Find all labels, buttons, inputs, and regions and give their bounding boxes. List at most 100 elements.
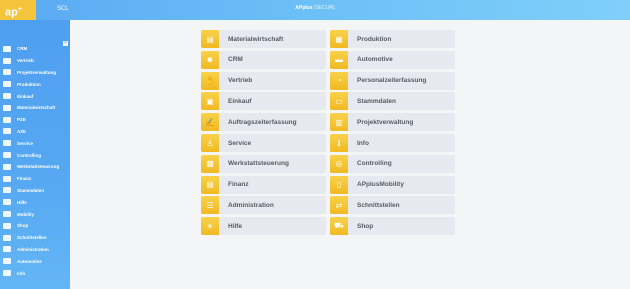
- tile-produktion[interactable]: ▦ Produktion: [330, 30, 455, 48]
- tile-stammdaten[interactable]: ▭ Stammdaten: [330, 92, 455, 111]
- sidebar-item-pze[interactable]: PZE: [0, 114, 70, 126]
- tile-info[interactable]: ℹ Info: [330, 134, 455, 152]
- sidebar-item-produktion[interactable]: Produktion: [0, 78, 70, 90]
- sidebar-item-aze[interactable]: AZE: [0, 126, 70, 138]
- tile-label: Administration: [228, 201, 274, 209]
- sidebar-item-automotive[interactable]: Automotive: [0, 255, 70, 267]
- sidebar-item-administration[interactable]: Administration: [0, 244, 70, 256]
- sidebar-item-label: Produktion: [17, 81, 41, 87]
- help-icon: [3, 199, 11, 206]
- sidebar-item-label: Administration: [17, 246, 49, 252]
- help-icon: ☀: [201, 217, 219, 236]
- tile-label: CRM: [228, 56, 243, 64]
- sidebar-item-label: Einkauf: [17, 93, 34, 99]
- tile-label: Materialwirtschaft: [228, 35, 284, 43]
- sidebar-item-vertrieb[interactable]: Vertrieb: [0, 55, 70, 67]
- sidebar-item-label: Info: [17, 270, 26, 276]
- material-icon: [3, 104, 11, 111]
- tile-label: Schnittstellen: [357, 201, 400, 209]
- workshop-icon: [3, 163, 11, 170]
- tile-label: Service: [228, 139, 252, 147]
- tile-controlling[interactable]: ◎ Controlling: [330, 154, 455, 173]
- tile-hilfe[interactable]: ☀ Hilfe: [201, 217, 326, 236]
- tile-applusmobility[interactable]: ▯ APplusMobility: [330, 175, 455, 194]
- time-icon: [3, 116, 11, 123]
- sidebar-item-label: Schnittstellen: [17, 235, 47, 241]
- crm-icon: ☻: [201, 50, 219, 69]
- tile-auftragszeiterfassung[interactable]: ✍ Auftragszeiterfassung: [201, 113, 326, 132]
- tile-personalzeiterfassung[interactable]: ◔ Personalzeiterfassung: [330, 71, 455, 90]
- automotive-icon: ▬: [330, 50, 348, 69]
- sales-icon: ✋: [201, 71, 219, 90]
- tile-crm[interactable]: ☻ CRM: [201, 50, 326, 69]
- info-icon: ℹ: [330, 134, 348, 152]
- tile-shop[interactable]: ⛟ Shop: [330, 217, 455, 236]
- shop-icon: [3, 222, 11, 229]
- sidebar-item-label: CRM: [17, 46, 28, 52]
- tile-label: Automotive: [357, 56, 393, 64]
- app-title-edition: (SECUR): [313, 5, 335, 11]
- app-title: APplus (SECUR): [0, 5, 630, 11]
- controlling-icon: ◎: [330, 154, 348, 173]
- info-icon: [3, 270, 11, 277]
- sidebar-item-label: Stammdaten: [17, 187, 45, 193]
- tile-automotive[interactable]: ▬ Automotive: [330, 50, 455, 69]
- sidebar-item-finanz[interactable]: Finanz: [0, 173, 70, 185]
- controlling-icon: [3, 152, 11, 159]
- admin-icon: [3, 246, 11, 253]
- tile-label: Projektverwaltung: [357, 118, 414, 126]
- sidebar-item-label: Hilfe: [17, 199, 27, 205]
- tile-finanz[interactable]: ▤ Finanz: [201, 175, 326, 194]
- sidebar-item-materialwirtschaft[interactable]: Materialwirtschaft: [0, 102, 70, 114]
- sidebar-item-shop[interactable]: Shop: [0, 220, 70, 232]
- tile-label: Controlling: [357, 160, 392, 168]
- tile-label: Shop: [357, 222, 374, 230]
- tile-label: Finanz: [228, 181, 249, 189]
- finance-icon: [3, 175, 11, 182]
- sidebar-menu: CRM Vertrieb Projektverwaltung Produktion Ei…: [0, 43, 70, 279]
- sidebar-item-info[interactable]: Info: [0, 267, 70, 279]
- interface-icon: [3, 234, 11, 241]
- tile-label: APplusMobility: [357, 181, 404, 189]
- tile-label: Einkauf: [228, 97, 252, 105]
- sidebar-item-einkauf[interactable]: Einkauf: [0, 90, 70, 102]
- tile-vertrieb[interactable]: ✋ Vertrieb: [201, 71, 326, 90]
- interface-icon: ⇄: [330, 196, 348, 215]
- tile-materialwirtschaft[interactable]: ▤ Materialwirtschaft: [201, 30, 326, 48]
- top-bar: ap+ SCL APplus (SECUR): [0, 0, 630, 20]
- tile-label: Auftragszeiterfassung: [228, 118, 297, 126]
- sidebar-item-controlling[interactable]: Controlling: [0, 149, 70, 161]
- tile-schnittstellen[interactable]: ⇄ Schnittstellen: [330, 196, 455, 215]
- sidebar-item-hilfe[interactable]: Hilfe: [0, 196, 70, 208]
- workshop-icon: ▩: [201, 154, 219, 173]
- sidebar-item-schnittstellen[interactable]: Schnittstellen: [0, 232, 70, 244]
- mobility-icon: [3, 211, 11, 218]
- sidebar-item-projektverwaltung[interactable]: Projektverwaltung: [0, 67, 70, 79]
- purchase-icon: ▣: [201, 92, 219, 111]
- tile-einkauf[interactable]: ▣ Einkauf: [201, 92, 326, 111]
- finance-icon: ▤: [201, 175, 219, 194]
- shop-icon: ⛟: [330, 217, 348, 236]
- mobility-icon: ▯: [330, 175, 348, 194]
- tile-werkstattsteuerung[interactable]: ▩ Werkstattsteuerung: [201, 154, 326, 173]
- sidebar-item-mobility[interactable]: Mobility: [0, 208, 70, 220]
- tile-service[interactable]: ♙ Service: [201, 134, 326, 152]
- service-icon: ♙: [201, 134, 219, 152]
- service-icon: [3, 140, 11, 147]
- tile-label: Personalzeiterfassung: [357, 77, 427, 85]
- sales-icon: [3, 57, 11, 64]
- tile-projektverwaltung[interactable]: ▥ Projektverwaltung: [330, 113, 455, 132]
- project-icon: [3, 69, 11, 76]
- tile-label: Info: [357, 139, 369, 147]
- sidebar-item-label: AZE: [17, 128, 26, 134]
- sidebar-item-werkstattsteuerung[interactable]: Werkstattsteuerung: [0, 161, 70, 173]
- sidebar-item-crm[interactable]: CRM: [0, 43, 70, 55]
- tile-administration[interactable]: ☰ Administration: [201, 196, 326, 215]
- admin-icon: ☰: [201, 196, 219, 215]
- purchase-icon: [3, 93, 11, 100]
- tile-label: Produktion: [357, 35, 392, 43]
- sidebar-item-service[interactable]: Service: [0, 137, 70, 149]
- tile-label: Werkstattsteuerung: [228, 160, 289, 168]
- sidebar-item-stammdaten[interactable]: Stammdaten: [0, 185, 70, 197]
- sidebar-item-label: Finanz: [17, 176, 32, 182]
